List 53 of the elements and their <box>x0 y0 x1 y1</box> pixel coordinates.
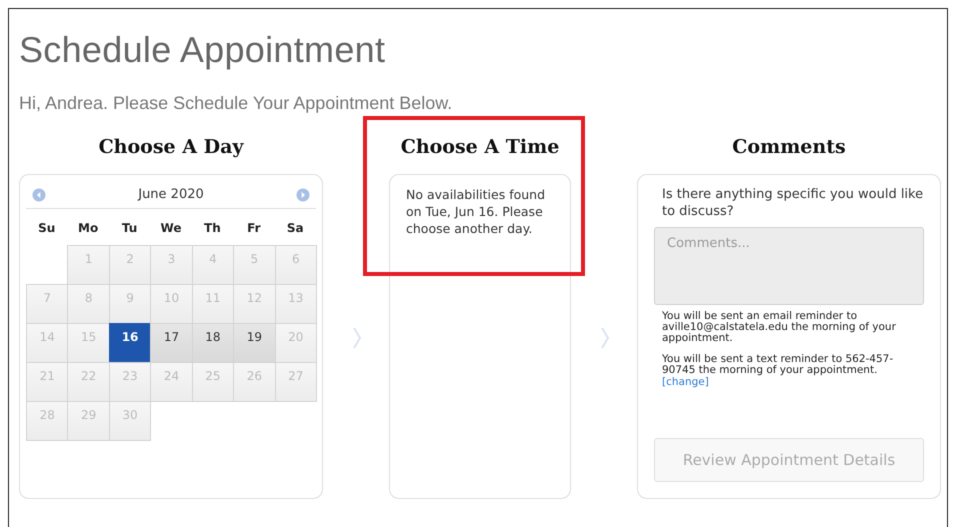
calendar-day[interactable]: 17 <box>150 323 193 363</box>
change-link[interactable]: [change] <box>662 376 709 388</box>
calendar-day[interactable]: 6 <box>274 245 317 285</box>
calendar-day[interactable]: 10 <box>150 284 193 324</box>
calendar-day[interactable]: 28 <box>26 401 68 441</box>
calendar-day[interactable]: 26 <box>233 362 276 402</box>
calendar-day[interactable]: 7 <box>26 284 68 324</box>
column-heading: Choose A Time <box>400 136 560 158</box>
weekday-label: We <box>160 220 182 237</box>
calendar-day[interactable]: 25 <box>192 362 234 402</box>
page-title: Schedule Appointment <box>19 29 386 71</box>
calendar-day[interactable]: 5 <box>233 245 276 285</box>
calendar-day[interactable]: 29 <box>67 401 110 441</box>
calendar-day[interactable]: 9 <box>108 284 152 324</box>
calendar-day[interactable]: 30 <box>108 401 152 441</box>
calendar-day[interactable]: 20 <box>274 323 317 363</box>
weekday-label: Fr <box>246 220 262 237</box>
weekday-label: Th <box>203 220 222 237</box>
calendar-day[interactable]: 13 <box>274 284 317 324</box>
calendar-day[interactable]: 14 <box>26 323 68 363</box>
previous-icon[interactable] <box>32 188 46 202</box>
month-label: June 2020 <box>138 187 204 202</box>
calendar-day[interactable]: 21 <box>26 362 68 402</box>
calendar-day[interactable]: 1 <box>67 245 110 285</box>
text-reminder-text: You will be sent a text reminder to 562-457-90745 the morning of your appointment. <box>662 354 894 376</box>
calendar-day[interactable]: 22 <box>67 362 110 402</box>
comments-field[interactable]: Comments... <box>654 226 924 305</box>
greeting-text: Hi, Andrea. Please Schedule Your Appointment Below. <box>19 93 454 114</box>
calendar-day[interactable]: 4 <box>192 245 234 285</box>
calendar-day[interactable]: 2 <box>108 245 152 285</box>
weekday-label: Tu <box>120 220 138 237</box>
calendar-day[interactable]: 23 <box>108 362 152 402</box>
calendar-day[interactable]: 19 <box>233 323 276 363</box>
column-heading: Choose A Day <box>98 136 244 158</box>
calendar-day[interactable]: 8 <box>67 284 110 324</box>
next-icon[interactable] <box>296 188 310 202</box>
weekday-label: Su <box>37 220 56 237</box>
weekday-label: Sa <box>286 220 305 237</box>
weekday-label: Mo <box>77 220 100 237</box>
calendar-day[interactable]: 27 <box>274 362 317 402</box>
calendar-day[interactable]: 18 <box>192 323 234 363</box>
calendar-day[interactable]: 3 <box>150 245 193 285</box>
no-availability-message: No availabilities found on Tue, Jun 16. Please choose another day. <box>406 187 546 238</box>
calendar-day[interactable]: 24 <box>150 362 193 402</box>
chevron-icon <box>599 326 611 350</box>
chevron-icon <box>351 326 363 350</box>
calendar-day[interactable]: 15 <box>67 323 110 363</box>
question-text: Is there anything specific you would like to discuss? <box>662 187 924 221</box>
calendar-day[interactable]: 11 <box>192 284 234 324</box>
email-reminder-text: You will be sent an email reminder to aville10@calstatela.edu the morning of your appointment. <box>662 310 897 344</box>
calendar-day[interactable]: 16 <box>108 323 152 363</box>
calendar-day[interactable]: 12 <box>233 284 276 324</box>
column-heading: Comments <box>732 136 846 158</box>
